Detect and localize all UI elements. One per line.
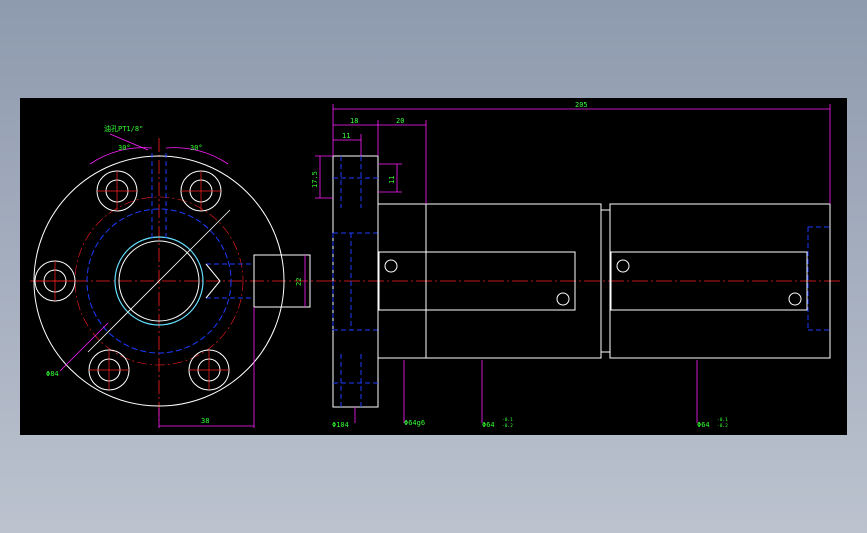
dia-b-tol-lower: -0.2 [717,423,728,429]
keyway-slot-1-hole-a [384,259,398,273]
oil-hole-callout: 油孔PT1/8" [104,124,143,133]
dim-20-label: 20 [396,117,404,125]
total-length-dim-label: 205 [575,101,588,109]
bolt-hole-bottom-right [188,349,230,391]
cad-drawing-canvas[interactable]: 油孔PT1/8" 30° 30° Φ84 38 22 205 18 20 11 … [20,98,847,435]
dia-a-tol-upper: -0.1 [502,417,513,423]
keyway-slot-1-hole-b [556,292,570,306]
bolt-hole-left [34,260,76,302]
bolt-hole-bottom-left [88,349,130,391]
dim-17-5-label: 17.5 [311,171,319,188]
dia-a-dim-label: Φ64 [482,421,495,429]
dia-b-tol-upper: -0.1 [717,417,728,423]
offset-dim-label: 38 [201,417,209,425]
cad-drawing-svg: 油孔PT1/8" 30° 30° Φ84 38 22 205 18 20 11 … [30,101,840,429]
dim-bolt-circle-leader [59,322,109,372]
flange-18-dim-label: 18 [350,117,358,125]
flange-dia-dim-label: Φ104 [332,421,349,429]
dia-a-tol-lower: -0.2 [502,423,513,429]
angle-label-left: 30° [118,144,131,152]
bolt-circle-dim-label: Φ84 [46,370,59,378]
dim-11-side-label: 11 [388,176,396,184]
bolt-hole-top-left [96,170,138,212]
side-flange-outline [332,155,379,408]
angle-label-right: 30° [190,144,203,152]
dia-b-dim-label: Φ64 [697,421,710,429]
side-view: 205 18 20 11 17.5 11 Φ104 Φ64g6 Φ64 -0.1… [311,101,840,429]
keyway-slot-2-hole-a [616,259,630,273]
bolt-hole-top-right [180,170,222,212]
front-view: 油孔PT1/8" 30° 30° Φ84 38 22 [30,124,320,428]
boss-dim-label: 22 [295,278,303,286]
body-dia-dim-label: Φ64g6 [404,419,425,427]
dim-11-top-label: 11 [342,132,350,140]
keyway-slot-2-hole-b [788,292,802,306]
